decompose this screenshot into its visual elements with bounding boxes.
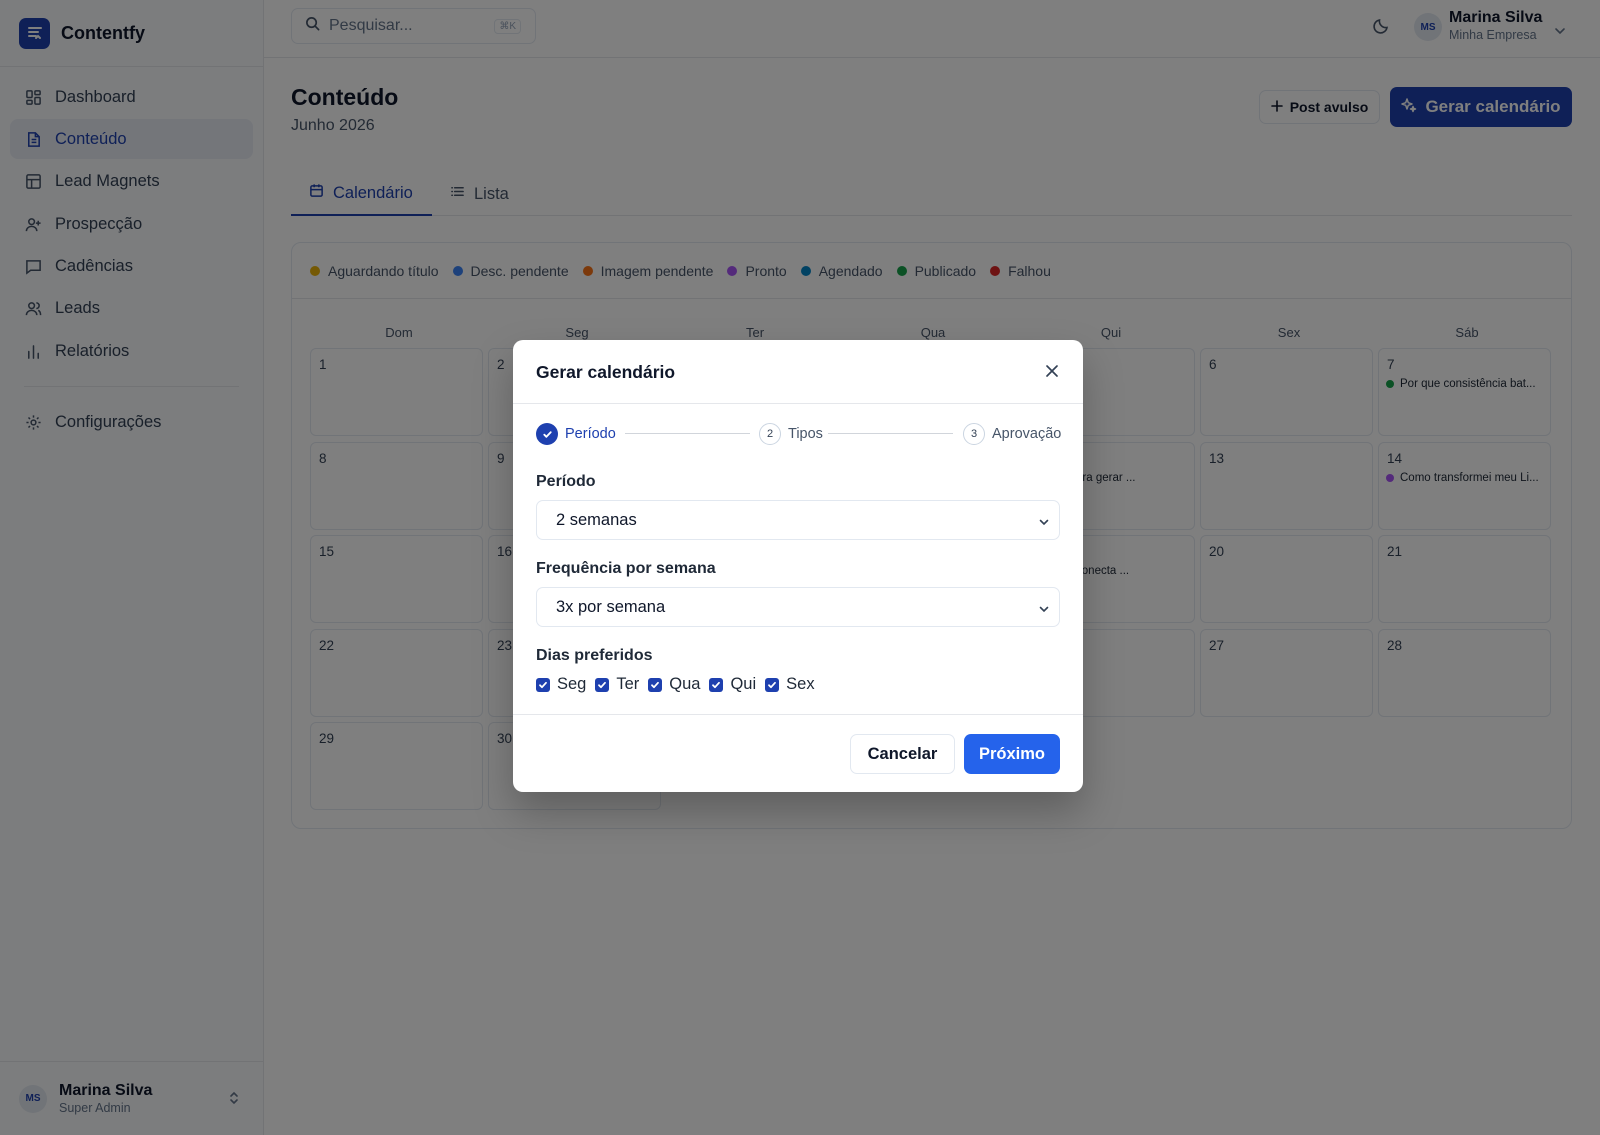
- modal-title: Gerar calendário: [536, 362, 676, 382]
- day-checkbox-ter[interactable]: Ter: [595, 675, 639, 694]
- checkbox-checked-icon[interactable]: [595, 677, 610, 692]
- day-checkbox-sex[interactable]: Sex: [765, 675, 815, 694]
- checkbox-checked-icon[interactable]: [648, 677, 663, 692]
- chevron-down-icon: [1038, 601, 1050, 620]
- day-label: Qua: [669, 675, 701, 693]
- period-select[interactable]: 2 semanas: [536, 500, 1060, 540]
- checkbox-checked-icon[interactable]: [765, 677, 780, 692]
- frequency-value: 3x por semana: [556, 597, 666, 616]
- checkbox-checked-icon[interactable]: [536, 677, 550, 692]
- chevron-down-icon: [1038, 514, 1050, 533]
- next-button[interactable]: Próximo: [964, 734, 1060, 774]
- checkbox-checked-icon[interactable]: [709, 677, 724, 692]
- day-checkbox-qui[interactable]: Qui: [709, 675, 756, 694]
- step-label: Tipos: [788, 426, 823, 442]
- close-icon[interactable]: [1045, 364, 1059, 383]
- preferred-days-label: Dias preferidos: [536, 647, 653, 664]
- preferred-days: Seg Ter Qua Qui Sex: [536, 675, 824, 694]
- modal-header: Gerar calendário: [513, 340, 1083, 404]
- day-label: Sex: [786, 675, 815, 693]
- day-checkbox-seg[interactable]: Seg: [536, 675, 586, 694]
- day-label: Qui: [730, 675, 757, 693]
- step-period[interactable]: Período: [536, 422, 616, 446]
- period-value: 2 semanas: [556, 510, 637, 529]
- period-label: Período: [536, 473, 596, 490]
- frequency-select[interactable]: 3x por semana: [536, 587, 1060, 627]
- step-approval[interactable]: 3 Aprovação: [963, 422, 1061, 446]
- day-label: Seg: [557, 675, 587, 693]
- generate-calendar-modal: Gerar calendário Período 2 Tipos 3 Aprov…: [513, 340, 1083, 792]
- modal-footer: Cancelar Próximo: [513, 714, 1083, 792]
- day-label: Ter: [616, 675, 640, 693]
- check-icon: [536, 423, 558, 445]
- step-connector: [625, 433, 750, 434]
- step-number: 2: [759, 423, 781, 445]
- stepper: Período 2 Tipos 3 Aprovação: [536, 422, 1061, 446]
- step-number: 3: [963, 423, 985, 445]
- step-label: Período: [565, 426, 616, 442]
- day-checkbox-qua[interactable]: Qua: [648, 675, 700, 694]
- step-types[interactable]: 2 Tipos: [759, 422, 823, 446]
- step-label: Aprovação: [992, 426, 1062, 442]
- cancel-button[interactable]: Cancelar: [850, 734, 955, 774]
- frequency-label: Frequência por semana: [536, 560, 716, 577]
- step-connector: [828, 433, 953, 434]
